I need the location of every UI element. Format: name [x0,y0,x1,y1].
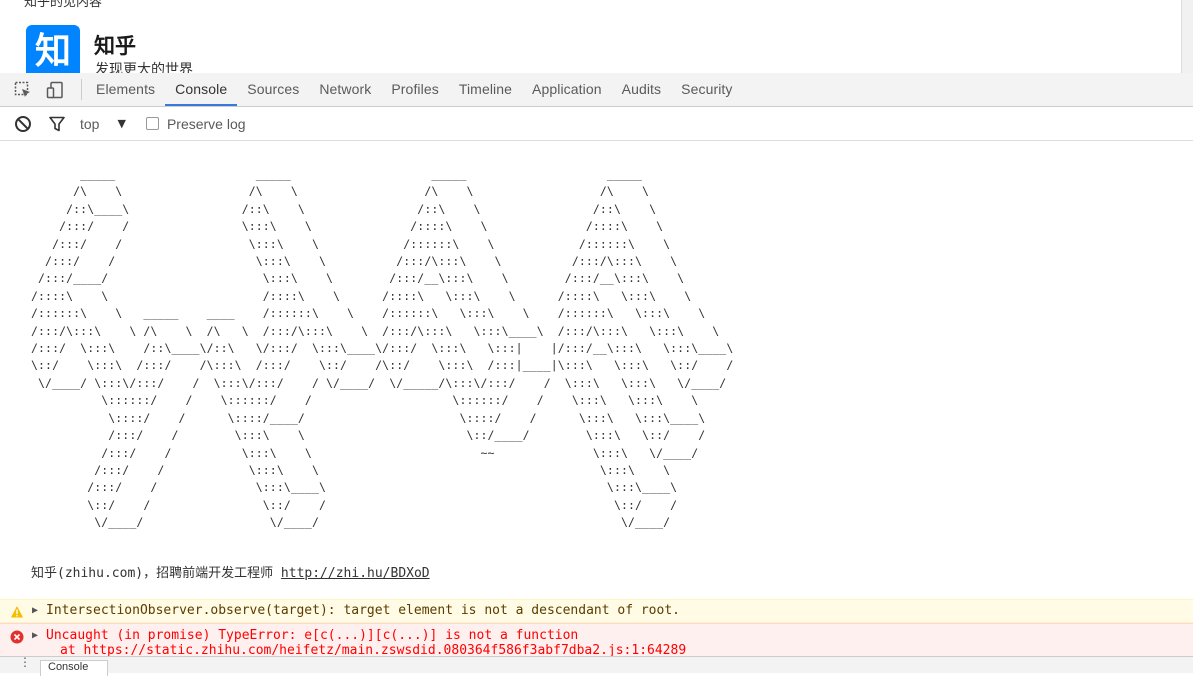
devtools-tabbar: Elements Console Sources Network Profile… [0,73,1193,107]
devtools-tool-icons [0,79,82,100]
drawer-menu-icon[interactable]: ⋮ [19,656,31,668]
context-selector[interactable]: top [80,116,99,132]
preserve-log-checkbox[interactable] [145,117,159,130]
warning-text: IntersectionObserver.observe(target): ta… [46,603,680,618]
clear-console-icon[interactable] [12,113,34,135]
page-scrollbar[interactable] [1181,0,1193,73]
error-text: Uncaught (in promise) TypeError: e[c(...… [46,628,579,643]
zhihu-page: 知乎的见内容 知 知乎 发现更大的世界 [0,0,1193,73]
tab-security[interactable]: Security [671,73,742,106]
preserve-log-label: Preserve log [166,115,246,132]
tab-application[interactable]: Application [522,73,612,106]
hiring-message: 知乎(zhihu.com)，招聘前端开发工程师 http://zhi.hu/BD… [31,562,430,581]
devtools-tabs: Elements Console Sources Network Profile… [82,73,743,106]
tab-profiles[interactable]: Profiles [381,73,448,106]
site-name: 知乎 [94,34,136,58]
expand-arrow-icon[interactable]: ▶ [32,630,38,641]
device-mode-icon[interactable] [44,79,66,101]
devtools-drawer: ⋮ Console [0,656,1193,676]
console-error-row[interactable]: ▶ Uncaught (in promise) TypeError: e[c(.… [0,623,1193,656]
error-icon [10,630,24,644]
error-lines: Uncaught (in promise) TypeError: e[c(...… [46,628,686,656]
tab-sources[interactable]: Sources [237,73,309,106]
tab-network[interactable]: Network [309,73,381,106]
tab-elements[interactable]: Elements [86,73,165,106]
tab-timeline[interactable]: Timeline [449,73,522,106]
console-toolbar: top ▼ Preserve log [0,107,1193,141]
filter-icon[interactable] [46,113,68,135]
console-output: _____ _____ _____ _____ /\ \ /\ \ /\ \ /… [0,141,1193,656]
tab-console[interactable]: Console [165,73,238,106]
zhihu-logo[interactable]: 知 [26,25,80,73]
warning-icon [11,606,23,618]
hiring-text: 知乎(zhihu.com)，招聘前端开发工程师 [31,566,281,581]
page-cut-text: 知乎的见内容 [24,0,103,10]
console-warning-row[interactable]: ▶ IntersectionObserver.observe(target): … [0,599,1193,623]
error-stack-link[interactable]: at https://static.zhihu.com/heifetz/main… [46,643,686,656]
tab-audits[interactable]: Audits [612,73,672,106]
site-slogan: 发现更大的世界 [95,62,193,73]
expand-arrow-icon[interactable]: ▶ [32,605,38,616]
drawer-tab-console[interactable]: Console [40,660,108,676]
inspect-element-icon[interactable] [12,79,34,101]
context-dropdown-arrow-icon[interactable]: ▼ [117,117,125,130]
zhihu-ascii-art: _____ _____ _____ _____ /\ \ /\ \ /\ \ /… [31,167,734,530]
hiring-link[interactable]: http://zhi.hu/BDXoD [281,566,430,581]
